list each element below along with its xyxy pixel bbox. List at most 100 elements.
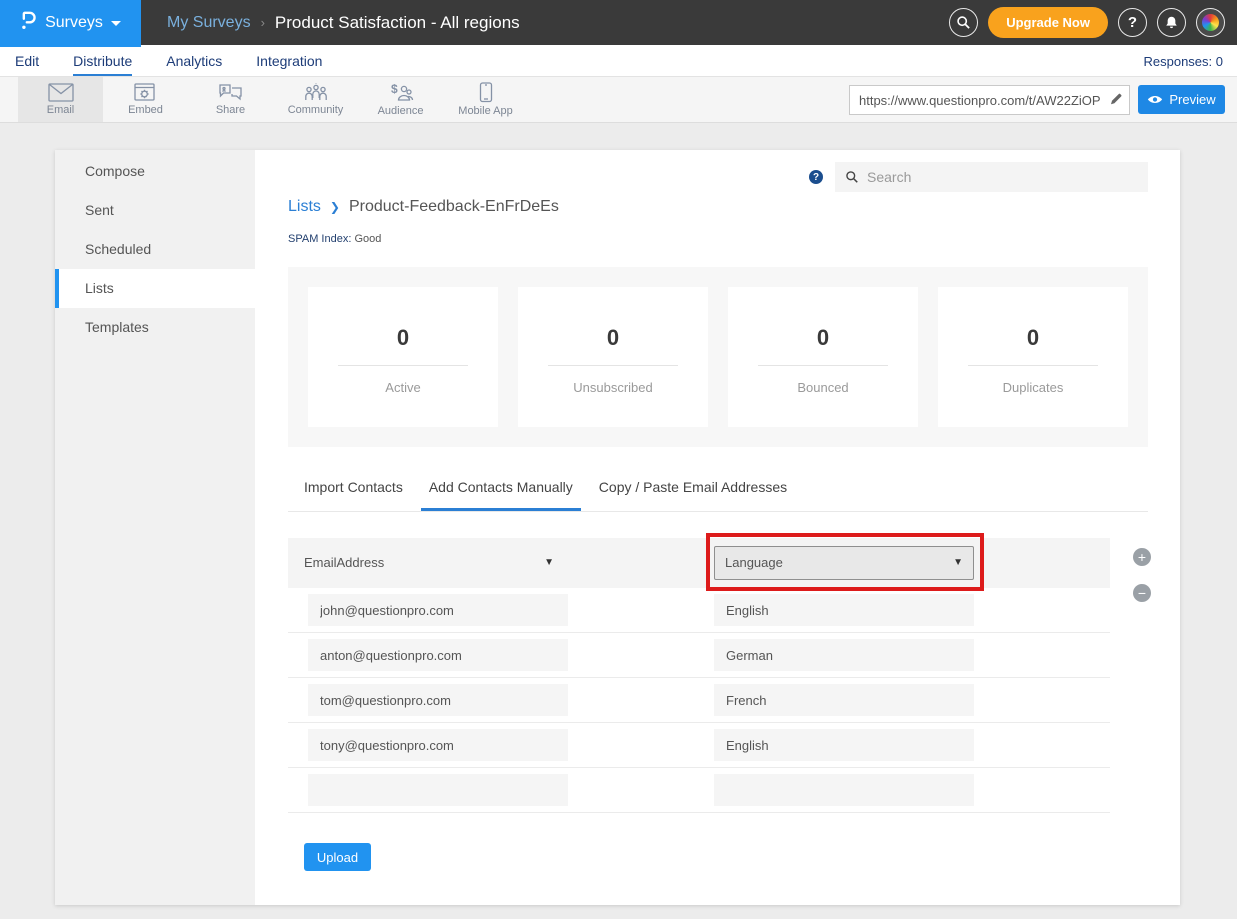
- survey-title: Product Satisfaction - All regions: [275, 13, 520, 33]
- toolbar-mobile-app[interactable]: Mobile App: [443, 77, 528, 122]
- email-field[interactable]: [308, 639, 568, 671]
- svg-text:$: $: [391, 83, 398, 96]
- bell-icon: [1164, 15, 1179, 30]
- survey-nav: Edit Distribute Analytics Integration Re…: [0, 45, 1237, 77]
- edit-url-icon[interactable]: [1109, 92, 1123, 111]
- sidebar-item-lists[interactable]: Lists: [55, 269, 255, 308]
- stat-value: 0: [397, 325, 409, 351]
- tab-integration[interactable]: Integration: [256, 53, 322, 76]
- chevron-right-icon: ❯: [330, 200, 340, 214]
- remove-row-button[interactable]: −: [1133, 584, 1151, 602]
- language-field[interactable]: [714, 594, 974, 626]
- toolbar-email[interactable]: Email: [18, 77, 103, 122]
- tab-copy-paste-emails[interactable]: Copy / Paste Email Addresses: [599, 479, 787, 511]
- eye-icon: [1147, 94, 1163, 105]
- sidebar-item-scheduled[interactable]: Scheduled: [55, 230, 255, 269]
- list-search-box: [835, 162, 1148, 192]
- contact-row: [288, 633, 1110, 678]
- contact-row: [288, 678, 1110, 723]
- add-row-button[interactable]: +: [1133, 548, 1151, 566]
- stat-label: Unsubscribed: [573, 380, 653, 395]
- stat-value: 0: [817, 325, 829, 351]
- avatar-logo: [1202, 14, 1219, 31]
- breadcrumb: Lists ❯ Product-Feedback-EnFrDeEs: [288, 198, 1148, 216]
- email-icon: [48, 83, 74, 102]
- divider: [548, 365, 678, 366]
- search-icon: [956, 15, 971, 30]
- spam-index-label: SPAM Index:: [288, 233, 351, 245]
- email-field[interactable]: [308, 594, 568, 626]
- stat-label: Bounced: [797, 380, 848, 395]
- notifications-button[interactable]: [1157, 8, 1186, 37]
- toolbar-community[interactable]: Community: [273, 77, 358, 122]
- embed-icon: [134, 83, 157, 102]
- language-field[interactable]: [714, 729, 974, 761]
- contextual-help-icon[interactable]: ?: [809, 170, 823, 184]
- audience-icon: $: [388, 83, 414, 103]
- survey-url-field: [849, 85, 1130, 115]
- email-field[interactable]: [308, 684, 568, 716]
- column2-field-select[interactable]: Language ▼: [714, 546, 974, 580]
- survey-url-input[interactable]: [849, 85, 1130, 115]
- tab-import-contacts[interactable]: Import Contacts: [304, 479, 403, 511]
- tab-edit[interactable]: Edit: [15, 53, 39, 76]
- lists-panel: Compose Sent Scheduled Lists Templates ?…: [55, 150, 1180, 905]
- share-icon: [218, 83, 243, 102]
- add-contacts-form: EmailAddress ▼ Language ▼ + −: [288, 538, 1110, 871]
- search-icon: [845, 170, 859, 184]
- language-field[interactable]: [714, 774, 974, 806]
- spam-index: SPAM Index: Good: [288, 233, 1148, 245]
- contact-row: [288, 768, 1110, 813]
- language-field[interactable]: [714, 684, 974, 716]
- email-field[interactable]: [308, 729, 568, 761]
- tab-add-contacts-manually[interactable]: Add Contacts Manually: [421, 479, 581, 511]
- header-actions: Upgrade Now ?: [949, 0, 1225, 45]
- stat-card-bounced: 0 Bounced: [728, 287, 918, 427]
- distribute-toolbar: Email Embed Share Community $: [0, 77, 1237, 123]
- search-row: ?: [288, 150, 1148, 192]
- breadcrumb-my-surveys[interactable]: My Surveys: [167, 14, 251, 32]
- stat-card-unsubscribed: 0 Unsubscribed: [518, 287, 708, 427]
- stat-value: 0: [607, 325, 619, 351]
- sidebar-item-sent[interactable]: Sent: [55, 191, 255, 230]
- stat-card-active: 0 Active: [308, 287, 498, 427]
- global-search-button[interactable]: [949, 8, 978, 37]
- help-button[interactable]: ?: [1118, 8, 1147, 37]
- stat-label: Duplicates: [1003, 380, 1064, 395]
- toolbar-audience[interactable]: $ Audience: [358, 77, 443, 122]
- breadcrumb-lists-link[interactable]: Lists: [288, 198, 321, 216]
- contact-row: [288, 723, 1110, 768]
- questionpro-logo-icon: [20, 10, 37, 36]
- contact-row: [288, 588, 1110, 633]
- toolbar-share[interactable]: Share: [188, 77, 273, 122]
- chevron-down-icon: ▼: [953, 547, 963, 579]
- tab-distribute[interactable]: Distribute: [73, 53, 132, 76]
- stat-label: Active: [385, 380, 420, 395]
- upload-button[interactable]: Upload: [304, 843, 371, 871]
- list-stats: 0 Active 0 Unsubscribed 0 Bounced 0: [288, 267, 1148, 447]
- toolbar-embed[interactable]: Embed: [103, 77, 188, 122]
- sidebar-item-compose[interactable]: Compose: [55, 152, 255, 191]
- tab-analytics[interactable]: Analytics: [166, 53, 222, 76]
- language-field[interactable]: [714, 639, 974, 671]
- email-field[interactable]: [308, 774, 568, 806]
- responses-count[interactable]: Responses: 0: [1144, 54, 1224, 69]
- surveys-product-menu[interactable]: Surveys: [0, 0, 141, 46]
- chevron-down-icon: [111, 21, 121, 26]
- lists-content: ? Lists ❯ Product-Feedback-EnFrDeEs SPAM…: [255, 150, 1180, 905]
- header-breadcrumb: My Surveys › Product Satisfaction - All …: [167, 13, 520, 33]
- divider: [758, 365, 888, 366]
- question-mark-icon: ?: [1128, 14, 1137, 31]
- upgrade-now-button[interactable]: Upgrade Now: [988, 7, 1108, 38]
- breadcrumb-separator: ›: [261, 15, 265, 30]
- column-mapping-row: EmailAddress ▼ Language ▼ + −: [288, 538, 1110, 588]
- product-menu-label: Surveys: [45, 14, 103, 32]
- breadcrumb-current-list: Product-Feedback-EnFrDeEs: [349, 198, 559, 216]
- column1-field-select[interactable]: EmailAddress ▼: [304, 538, 554, 588]
- top-header: Surveys My Surveys › Product Satisfactio…: [0, 0, 1237, 45]
- preview-button[interactable]: Preview: [1138, 85, 1225, 114]
- sidebar-item-templates[interactable]: Templates: [55, 308, 255, 347]
- divider: [968, 365, 1098, 366]
- account-avatar[interactable]: [1196, 8, 1225, 37]
- search-input[interactable]: [867, 169, 1138, 185]
